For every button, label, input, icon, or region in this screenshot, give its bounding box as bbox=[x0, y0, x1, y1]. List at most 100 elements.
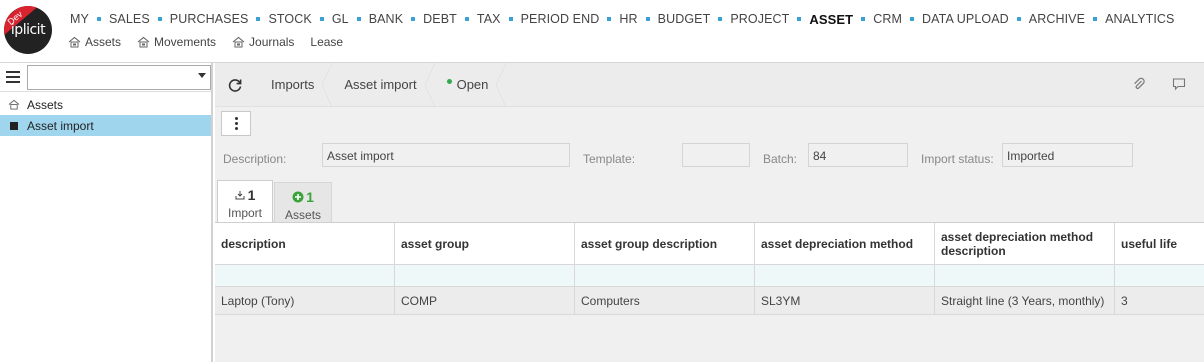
breadcrumb-imports[interactable]: Imports bbox=[255, 62, 333, 107]
count-value: 1 bbox=[247, 187, 256, 203]
nav-separator bbox=[1093, 17, 1098, 21]
description-label: Description: bbox=[223, 152, 287, 166]
batch-field[interactable]: 84 bbox=[808, 143, 908, 167]
nav-separator bbox=[356, 17, 361, 21]
table-cell: Straight line (3 Years, monthly) bbox=[935, 287, 1115, 314]
nav-separator bbox=[645, 17, 650, 21]
nav-item-project[interactable]: PROJECT bbox=[730, 12, 789, 26]
subnav-item-assets[interactable]: Assets bbox=[68, 35, 121, 49]
status-label: Open bbox=[456, 77, 489, 92]
breadcrumb-asset-import[interactable]: Asset import bbox=[328, 62, 435, 107]
filter-cell[interactable] bbox=[215, 265, 395, 286]
tree-item-label: Assets bbox=[27, 97, 64, 112]
nav-item-hr[interactable]: HR bbox=[619, 12, 637, 26]
filter-cell[interactable] bbox=[395, 265, 575, 286]
subnav-label: Journals bbox=[249, 35, 295, 49]
table-cell: SL3YM bbox=[755, 287, 935, 314]
tree: Assets Asset import bbox=[0, 94, 211, 136]
breadcrumb: Imports Asset import Open bbox=[215, 62, 1204, 107]
nav-separator bbox=[797, 17, 802, 21]
column-header[interactable]: useful life bbox=[1115, 223, 1204, 264]
nav-item-data-upload[interactable]: DATA UPLOAD bbox=[922, 12, 1009, 26]
tab-assets-label: Assets bbox=[285, 208, 322, 222]
subnav-item-journals[interactable]: Journals bbox=[232, 35, 294, 49]
nav-item-budget[interactable]: BUDGET bbox=[658, 12, 711, 26]
app-logo[interactable]: Dev iplicit bbox=[4, 6, 52, 54]
nav-item-period-end[interactable]: PERIOD END bbox=[521, 12, 600, 26]
more-options-icon[interactable] bbox=[221, 111, 251, 136]
nav-separator bbox=[861, 17, 866, 21]
toolbar bbox=[215, 107, 1204, 140]
subnav-label: Movements bbox=[154, 35, 217, 49]
nav-separator bbox=[96, 17, 101, 21]
batch-label: Batch: bbox=[763, 152, 798, 166]
table-cell: Laptop (Tony) bbox=[215, 287, 395, 314]
tab-import[interactable]: 1 Import bbox=[217, 180, 274, 223]
logo-text: iplicit bbox=[10, 22, 46, 38]
nav-item-purchases[interactable]: PURCHASES bbox=[170, 12, 249, 26]
nav-item-asset[interactable]: ASSET bbox=[809, 12, 853, 27]
nav-item-sales[interactable]: SALES bbox=[109, 12, 150, 26]
nav-separator bbox=[1016, 17, 1021, 21]
subnav-label: Assets bbox=[85, 35, 122, 49]
nav-item-gl[interactable]: GL bbox=[332, 12, 349, 26]
template-field[interactable] bbox=[682, 143, 750, 167]
column-header[interactable]: asset depreciation method description bbox=[935, 223, 1115, 264]
asset-icon bbox=[8, 99, 20, 110]
nav-item-crm[interactable]: CRM bbox=[873, 12, 902, 26]
nav-item-archive[interactable]: ARCHIVE bbox=[1029, 12, 1085, 26]
nav-item-debt[interactable]: DEBT bbox=[423, 12, 457, 26]
template-label: Template: bbox=[583, 152, 636, 166]
nav-separator bbox=[319, 17, 324, 21]
tree-item-assets[interactable]: Assets bbox=[0, 94, 211, 115]
import-icon bbox=[235, 191, 245, 200]
refresh-icon[interactable] bbox=[215, 63, 255, 107]
nav-item-my[interactable]: MY bbox=[70, 12, 89, 26]
filter-cell[interactable] bbox=[755, 265, 935, 286]
column-header[interactable]: asset group bbox=[395, 223, 575, 264]
subnav-item-movements[interactable]: Movements bbox=[137, 35, 216, 49]
nav-separator bbox=[411, 17, 416, 21]
breadcrumb-status: Open bbox=[431, 62, 507, 107]
grid-filter-row[interactable] bbox=[215, 265, 1204, 287]
menu-icon[interactable] bbox=[0, 63, 26, 92]
tab-bar: 1 Import 1 Assets bbox=[217, 179, 333, 225]
breadcrumb-label: Imports bbox=[271, 77, 315, 92]
main-content: Imports Asset import Open Description: A… bbox=[215, 62, 1204, 362]
asset-icon bbox=[137, 36, 154, 48]
nav-item-analytics[interactable]: ANALYTICS bbox=[1105, 12, 1174, 26]
nav-item-tax[interactable]: TAX bbox=[477, 12, 501, 26]
paperclip-icon[interactable] bbox=[1132, 77, 1146, 94]
tab-import-label: Import bbox=[228, 206, 263, 220]
description-field[interactable]: Asset import bbox=[322, 143, 570, 167]
subnav-item-lease[interactable]: Lease bbox=[310, 35, 343, 49]
left-panel-header bbox=[0, 63, 211, 92]
nav-separator bbox=[607, 17, 612, 21]
left-panel: Assets Asset import bbox=[0, 63, 213, 362]
column-header[interactable]: asset group description bbox=[575, 223, 755, 264]
comment-icon[interactable] bbox=[1172, 77, 1186, 94]
grid-header-row: description asset group asset group descri… bbox=[215, 223, 1204, 265]
import-status-label: Import status: bbox=[921, 152, 994, 166]
column-header[interactable]: description bbox=[215, 223, 395, 264]
tab-assets[interactable]: 1 Assets bbox=[274, 182, 333, 225]
table-row[interactable]: Laptop (Tony) COMP Computers SL3YM Straight … bbox=[215, 287, 1204, 315]
nav-separator bbox=[508, 17, 513, 21]
tab-assets-count: 1 bbox=[292, 189, 314, 205]
count-value: 1 bbox=[306, 189, 314, 205]
header-actions bbox=[1132, 77, 1186, 94]
tree-item-label: Asset import bbox=[27, 118, 94, 133]
filter-cell[interactable] bbox=[935, 265, 1115, 286]
import-status-field[interactable]: Imported bbox=[1002, 143, 1133, 167]
column-header[interactable]: asset depreciation method bbox=[755, 223, 935, 264]
panel-select[interactable] bbox=[26, 64, 211, 90]
square-icon bbox=[8, 121, 20, 130]
filter-cell[interactable] bbox=[1115, 265, 1204, 286]
nav-separator bbox=[157, 17, 162, 21]
nav-item-stock[interactable]: STOCK bbox=[268, 12, 311, 26]
tree-item-asset-import[interactable]: Asset import bbox=[0, 115, 211, 136]
filter-cell[interactable] bbox=[575, 265, 755, 286]
top-header: Dev iplicit MY SALES PURCHASES STOCK GL BANK D… bbox=[0, 0, 1204, 63]
nav-separator bbox=[910, 17, 914, 21]
nav-item-bank[interactable]: BANK bbox=[369, 12, 403, 26]
